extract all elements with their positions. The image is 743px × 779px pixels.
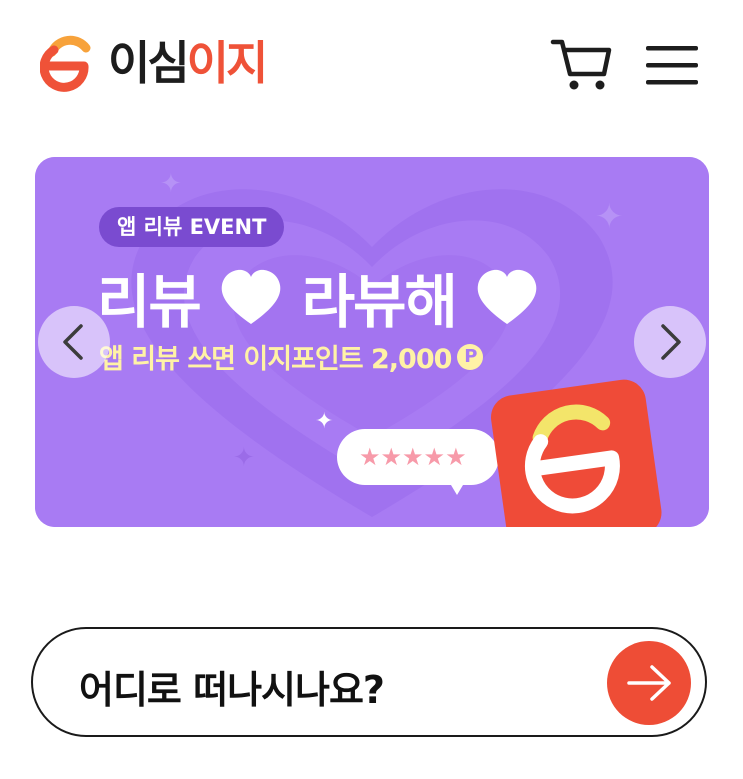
heart-icon (477, 269, 537, 324)
sparkle-icon: ✦ (595, 197, 624, 237)
sparkle-icon: ✦ (233, 443, 255, 473)
arrow-right-icon (627, 665, 671, 701)
banner-headline: 리뷰 라뷰해 (97, 255, 540, 339)
carousel-prev-button[interactable] (38, 306, 110, 378)
hamburger-menu-icon[interactable] (646, 44, 698, 86)
heart-icon (221, 269, 281, 324)
carousel-next-button[interactable] (634, 306, 706, 378)
logo-mark-icon (40, 35, 91, 92)
chevron-left-icon (63, 324, 83, 360)
destination-search[interactable]: 어디로 떠나시나요? (31, 627, 707, 737)
search-placeholder[interactable]: 어디로 떠나시나요? (79, 659, 385, 714)
rating-stars: ★★★★★ (359, 443, 467, 471)
chevron-right-icon (661, 324, 681, 360)
logo-text-dark: 이심 (108, 36, 190, 90)
cart-icon[interactable] (550, 36, 612, 92)
event-banner[interactable]: ✦ ✦ ✦ ✦ 앱 리뷰 EVENT 리뷰 라뷰해 앱 리뷰 쓰면 이지포인트 … (35, 157, 709, 527)
event-tag: 앱 리뷰 EVENT (99, 207, 285, 247)
top-header: 이심이지 (0, 0, 743, 130)
banner-subline: 앱 리뷰 쓰면 이지포인트 2,000 P (99, 337, 484, 376)
logo-text: 이심이지 (108, 40, 268, 86)
logo[interactable]: 이심이지 (40, 34, 268, 92)
sparkle-icon: ✦ (160, 169, 182, 199)
app-logo-icon (491, 379, 662, 527)
logo-text-accent: 이지 (186, 36, 269, 90)
point-icon: P (457, 343, 484, 370)
subline-text: 앱 리뷰 쓰면 이지포인트 2,000 (99, 344, 452, 375)
sparkle-icon: ✦ (315, 409, 334, 434)
headline-part1: 리뷰 (97, 268, 202, 336)
headline-part2: 라뷰해 (301, 268, 458, 336)
search-go-button[interactable] (607, 641, 691, 725)
